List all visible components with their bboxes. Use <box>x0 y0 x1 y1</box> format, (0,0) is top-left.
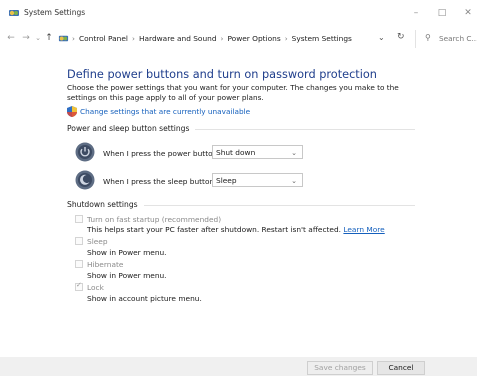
sleep-button-label: When I press the sleep button: <box>103 177 217 186</box>
breadcrumb-power-options[interactable]: Power Options <box>227 34 280 43</box>
close-icon[interactable]: ✕ <box>459 4 477 22</box>
learn-more-link[interactable]: Learn More <box>343 225 384 234</box>
power-button-action-select[interactable]: Shut down ⌄ <box>212 145 303 159</box>
lock-option-description: Show in account picture menu. <box>87 294 202 303</box>
checkmark-icon: ✓ <box>76 281 82 289</box>
minimize-icon[interactable]: – <box>407 4 425 22</box>
sleep-checkbox[interactable] <box>75 237 83 245</box>
fast-startup-description: This helps start your PC faster after sh… <box>87 225 385 234</box>
system-settings-app-icon <box>9 10 19 16</box>
sleep-option-label: Sleep <box>87 237 108 246</box>
refresh-icon[interactable]: ↻ <box>397 32 405 42</box>
shutdown-section-title: Shutdown settings <box>67 200 144 209</box>
back-arrow-icon[interactable]: ← <box>6 32 16 44</box>
breadcrumb-separator-icon: › <box>284 34 288 43</box>
search-input[interactable]: Search C... <box>439 34 477 43</box>
lock-option-label: Lock <box>87 283 104 292</box>
breadcrumb-separator-icon: › <box>131 34 135 43</box>
change-unavailable-settings-link[interactable]: Change settings that are currently unava… <box>80 107 250 116</box>
fast-startup-label: Turn on fast startup (recommended) <box>87 215 222 224</box>
breadcrumb-control-panel[interactable]: Control Panel <box>79 34 128 43</box>
sleep-option-description: Show in Power menu. <box>87 248 167 257</box>
lock-checkbox[interactable]: ✓ <box>75 281 83 291</box>
hibernate-option-description: Show in Power menu. <box>87 271 167 280</box>
window-title: System Settings <box>24 8 86 17</box>
breadcrumb-separator-icon: › <box>220 34 224 43</box>
sleep-button-action-value: Sleep <box>216 176 237 185</box>
control-panel-icon <box>58 35 69 42</box>
power-button-icon <box>75 142 95 162</box>
maximize-icon[interactable]: □ <box>433 4 451 22</box>
recent-locations-chevron-icon[interactable]: ⌄ <box>33 32 43 44</box>
page-description: Choose the power settings that you want … <box>67 83 399 102</box>
breadcrumb-hardware-and-sound[interactable]: Hardware and Sound <box>139 34 217 43</box>
search-icon: ⚲ <box>425 33 431 42</box>
chevron-down-icon: ⌄ <box>291 149 297 157</box>
power-button-label: When I press the power button: <box>103 149 220 158</box>
address-dropdown-chevron-icon[interactable]: ⌄ <box>378 33 385 42</box>
fast-startup-checkbox[interactable] <box>75 215 83 223</box>
chevron-down-icon: ⌄ <box>291 177 297 185</box>
fast-startup-description-text: This helps start your PC faster after sh… <box>87 225 342 234</box>
sleep-button-action-select[interactable]: Sleep ⌄ <box>212 173 303 187</box>
breadcrumb-system-settings[interactable]: System Settings <box>292 34 352 43</box>
hibernate-option-label: Hibernate <box>87 260 124 269</box>
page-title: Define power buttons and turn on passwor… <box>67 68 377 81</box>
save-changes-button[interactable]: Save changes <box>307 361 373 375</box>
breadcrumb: › Control Panel › Hardware and Sound › Power … <box>72 34 352 43</box>
sleep-button-icon <box>75 170 95 190</box>
forward-arrow-icon[interactable]: → <box>21 32 31 44</box>
power-button-action-value: Shut down <box>216 148 256 157</box>
up-arrow-icon[interactable]: ↑ <box>44 32 54 44</box>
hibernate-checkbox[interactable] <box>75 260 83 268</box>
uac-shield-icon <box>67 106 77 117</box>
cancel-button[interactable]: Cancel <box>377 361 425 375</box>
breadcrumb-separator-icon: › <box>72 34 75 43</box>
power-sleep-section-title: Power and sleep button settings <box>67 124 196 133</box>
